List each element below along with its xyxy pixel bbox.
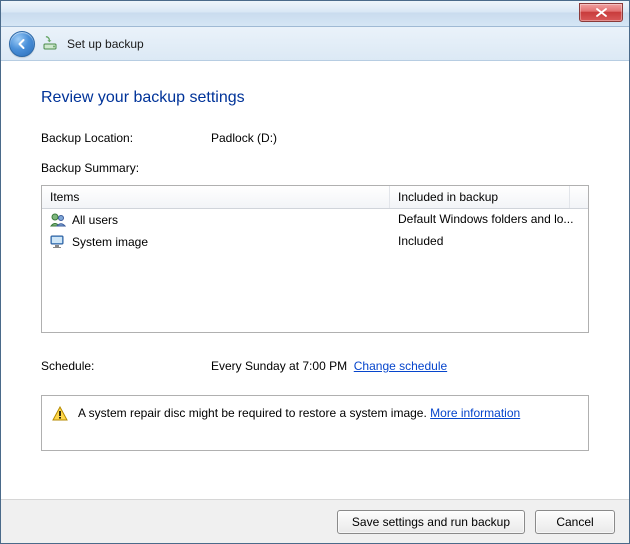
table-row: All users Default Windows folders and lo…: [42, 209, 588, 231]
warning-panel: A system repair disc might be required t…: [41, 395, 589, 451]
table-header-row: Items Included in backup: [42, 186, 588, 209]
backup-location-row: Backup Location: Padlock (D:): [41, 131, 589, 145]
warning-icon: [52, 406, 68, 422]
backup-location-label: Backup Location:: [41, 131, 211, 145]
content-area: Review your backup settings Backup Locat…: [1, 61, 629, 499]
column-header-spacer: [570, 186, 588, 208]
nav-title: Set up backup: [67, 37, 144, 51]
row-included-value: Default Windows folders and lo...: [390, 209, 588, 231]
column-header-items[interactable]: Items: [42, 186, 390, 208]
monitor-icon: [50, 234, 66, 250]
save-and-run-button[interactable]: Save settings and run backup: [337, 510, 525, 534]
change-schedule-link[interactable]: Change schedule: [354, 359, 447, 373]
close-icon: [596, 8, 607, 17]
summary-table: Items Included in backup All users Defau…: [41, 185, 589, 333]
back-arrow-icon: [15, 37, 29, 51]
cancel-button[interactable]: Cancel: [535, 510, 615, 534]
footer: Save settings and run backup Cancel: [1, 499, 629, 543]
row-item-label: System image: [72, 235, 148, 249]
backup-location-value: Padlock (D:): [211, 131, 277, 145]
close-button[interactable]: [579, 3, 623, 22]
warning-text: A system repair disc might be required t…: [78, 406, 427, 420]
warning-text-container: A system repair disc might be required t…: [78, 406, 520, 420]
schedule-value: Every Sunday at 7:00 PM: [211, 359, 347, 373]
column-header-included[interactable]: Included in backup: [390, 186, 570, 208]
schedule-row: Schedule: Every Sunday at 7:00 PM Change…: [41, 359, 589, 373]
navbar: Set up backup: [1, 27, 629, 61]
page-title: Review your backup settings: [41, 89, 589, 107]
more-information-link[interactable]: More information: [430, 406, 520, 420]
table-row: System image Included: [42, 231, 588, 253]
backup-summary-label: Backup Summary:: [41, 161, 589, 175]
backup-drive-icon: [43, 36, 59, 52]
row-item-label: All users: [72, 213, 118, 227]
titlebar: [1, 1, 629, 27]
schedule-label: Schedule:: [41, 359, 211, 373]
back-button[interactable]: [9, 31, 35, 57]
users-icon: [50, 212, 66, 228]
row-included-value: Included: [390, 231, 588, 253]
